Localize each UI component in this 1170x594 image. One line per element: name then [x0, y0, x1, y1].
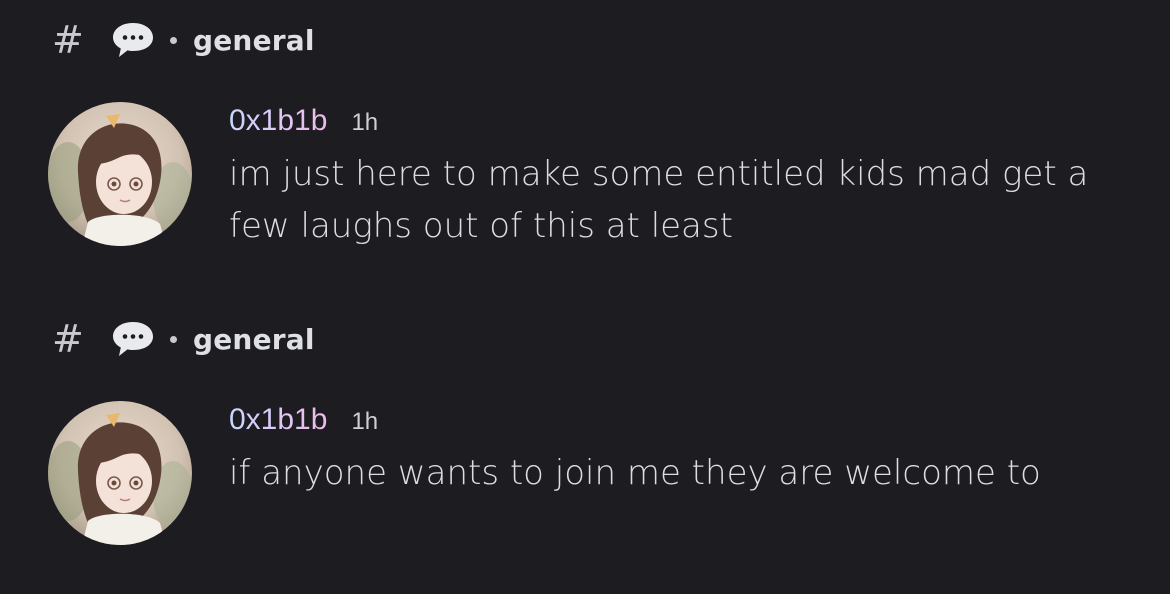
- message: 0x1b1b 1h if anyone wants to join me the…: [229, 403, 1129, 499]
- channel-context[interactable]: # general: [52, 18, 315, 62]
- hash-icon: #: [52, 18, 84, 62]
- thread-results: # general 0x1b1b 1h im just here to make…: [0, 0, 1170, 594]
- speech-bubble-icon: [113, 322, 153, 356]
- username[interactable]: 0x1b1b: [229, 403, 327, 437]
- message-text: if anyone wants to join me they are welc…: [229, 453, 1041, 493]
- dot-separator: [170, 36, 177, 44]
- message: 0x1b1b 1h im just here to make some enti…: [229, 104, 1129, 252]
- message-header: 0x1b1b 1h: [229, 104, 1129, 146]
- hash-icon: #: [52, 317, 84, 361]
- avatar-image: [48, 401, 192, 545]
- timestamp: 1h: [351, 408, 379, 435]
- speech-bubble-icon: [113, 23, 153, 57]
- channel-name[interactable]: general: [193, 323, 315, 356]
- timestamp: 1h: [351, 109, 379, 136]
- avatar[interactable]: [48, 401, 192, 545]
- avatar-image: [48, 102, 192, 246]
- channel-context[interactable]: # general: [52, 317, 315, 361]
- dot-separator: [170, 335, 177, 343]
- channel-name[interactable]: general: [193, 24, 315, 57]
- avatar[interactable]: [48, 102, 192, 246]
- message-text: im just here to make some entitled kids …: [229, 154, 1089, 246]
- username[interactable]: 0x1b1b: [229, 104, 327, 138]
- message-header: 0x1b1b 1h: [229, 403, 1129, 445]
